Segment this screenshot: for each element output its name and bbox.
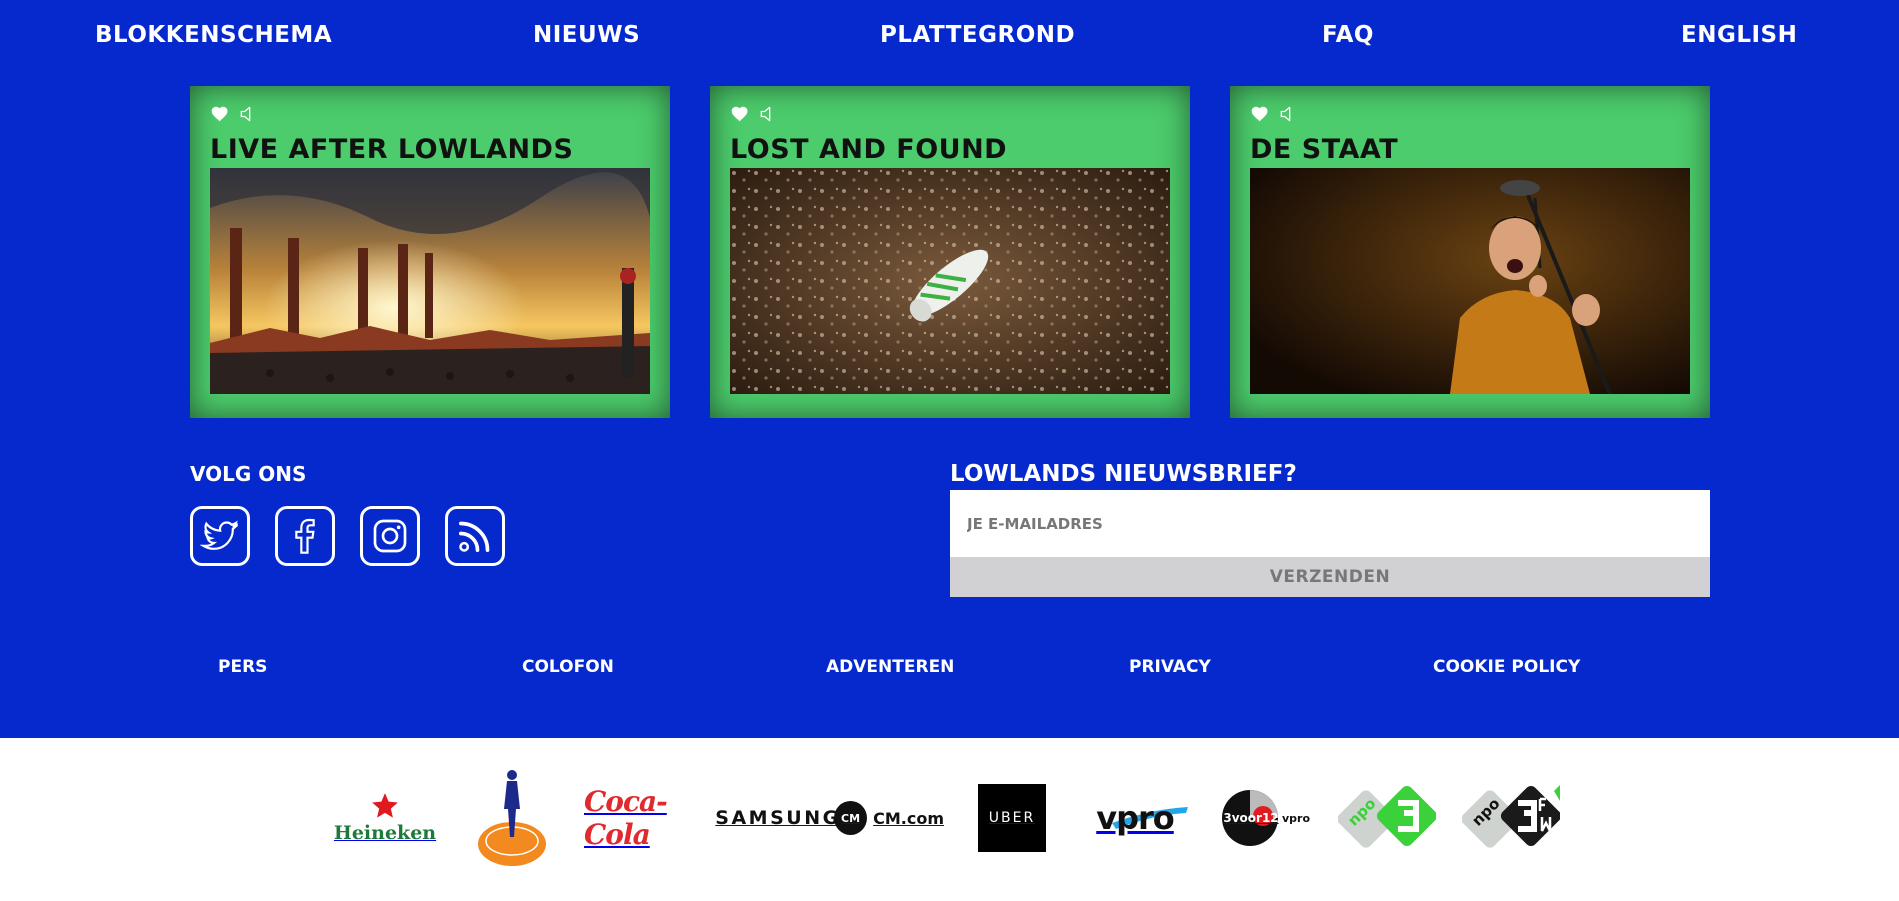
sponsor-strip: Heineken Coca-Cola SAMSUNG CM CM.com UBE…	[0, 738, 1899, 901]
card-image-singer-on-stage	[1250, 168, 1690, 394]
heineken-wordmark: Heineken	[333, 822, 437, 844]
sponsor-samsung-logo[interactable]: SAMSUNG	[708, 798, 848, 838]
cmcom-wordmark: CM.com	[873, 808, 944, 828]
card-image-shoe-in-dirt	[730, 168, 1170, 394]
vpro-wordmark: vpro	[1096, 799, 1175, 837]
sponsor-cocacola-logo[interactable]: Coca-Cola	[584, 785, 688, 851]
nav-blokkenschema[interactable]: BLOKKENSCHEMA	[95, 22, 332, 48]
nav-nieuws[interactable]: NIEUWS	[533, 22, 640, 48]
newsletter-submit-button[interactable]: VERZENDEN	[950, 557, 1710, 597]
news-card-lost-and-found[interactable]: LOST AND FOUND	[710, 86, 1190, 418]
heart-icon[interactable]	[730, 104, 750, 124]
sponsor-3voor12-logo[interactable]: 3voor12 vpro	[1214, 788, 1310, 848]
card-image-festival-sunset	[210, 168, 650, 394]
sponsor-uber-logo[interactable]: UBER	[978, 784, 1046, 852]
twitter-icon[interactable]	[190, 506, 250, 566]
card-title: DE STAAT	[1250, 134, 1399, 165]
sponsor-heineken-logo[interactable]: Heineken	[334, 783, 436, 853]
card-actions	[730, 104, 778, 126]
top-navigation: BLOKKENSCHEMA NIEUWS PLATTEGROND FAQ ENG…	[0, 22, 1899, 62]
card-title: LIVE AFTER LOWLANDS	[210, 134, 574, 165]
cm-badge-icon: CM	[834, 801, 868, 835]
samsung-wordmark: SAMSUNG	[715, 807, 841, 829]
nav-plattegrond[interactable]: PLATTEGROND	[880, 22, 1075, 48]
card-actions	[1250, 104, 1298, 126]
newsletter-title: LOWLANDS NIEUWSBRIEF?	[950, 461, 1297, 487]
news-card-de-staat[interactable]: DE STAAT	[1230, 86, 1710, 418]
speaker-icon[interactable]	[238, 104, 258, 124]
footer-navigation: PERS COLOFON ADVENTEREN PRIVACY COOKIE P…	[0, 657, 1899, 687]
footer-link-pers[interactable]: PERS	[218, 657, 267, 677]
cocacola-wordmark: Coca-Cola	[584, 785, 668, 851]
footer-link-cookie-policy[interactable]: COOKIE POLICY	[1433, 657, 1580, 677]
facebook-icon[interactable]	[275, 506, 335, 566]
sponsor-npo3-logo[interactable]: npo	[1338, 781, 1436, 855]
social-title: VOLG ONS	[190, 462, 307, 486]
card-actions	[210, 104, 258, 126]
footer-link-adventeren[interactable]: ADVENTEREN	[826, 657, 954, 677]
news-cards: LIVE AFTER LOWLANDS LOST AND FOUND DE ST…	[190, 86, 1710, 418]
red-star-icon	[372, 793, 398, 818]
sponsor-rabobank-logo[interactable]	[472, 768, 552, 868]
news-card-live-after-lowlands[interactable]: LIVE AFTER LOWLANDS	[190, 86, 670, 418]
social-links	[190, 506, 505, 566]
speaker-icon[interactable]	[758, 104, 778, 124]
3voor12-vpro-wordmark: vpro	[1281, 811, 1310, 825]
rss-icon[interactable]	[445, 506, 505, 566]
sponsor-vpro-logo[interactable]: vpro	[1082, 790, 1188, 846]
instagram-icon[interactable]	[360, 506, 420, 566]
nav-english[interactable]: ENGLISH	[1681, 22, 1797, 48]
uber-wordmark: UBER	[988, 810, 1036, 826]
sponsor-cmcom-logo[interactable]: CM CM.com	[834, 795, 944, 841]
nav-faq[interactable]: FAQ	[1322, 22, 1374, 48]
sponsor-npo3fm-logo[interactable]: npo	[1462, 781, 1560, 855]
footer-link-privacy[interactable]: PRIVACY	[1129, 657, 1211, 677]
newsletter-email-input[interactable]	[950, 490, 1710, 557]
heart-icon[interactable]	[1250, 104, 1270, 124]
3voor12-wordmark: 3voor12	[1223, 811, 1279, 825]
card-title: LOST AND FOUND	[730, 134, 1008, 165]
speaker-icon[interactable]	[1278, 104, 1298, 124]
footer-link-colofon[interactable]: COLOFON	[522, 657, 614, 677]
heart-icon[interactable]	[210, 104, 230, 124]
